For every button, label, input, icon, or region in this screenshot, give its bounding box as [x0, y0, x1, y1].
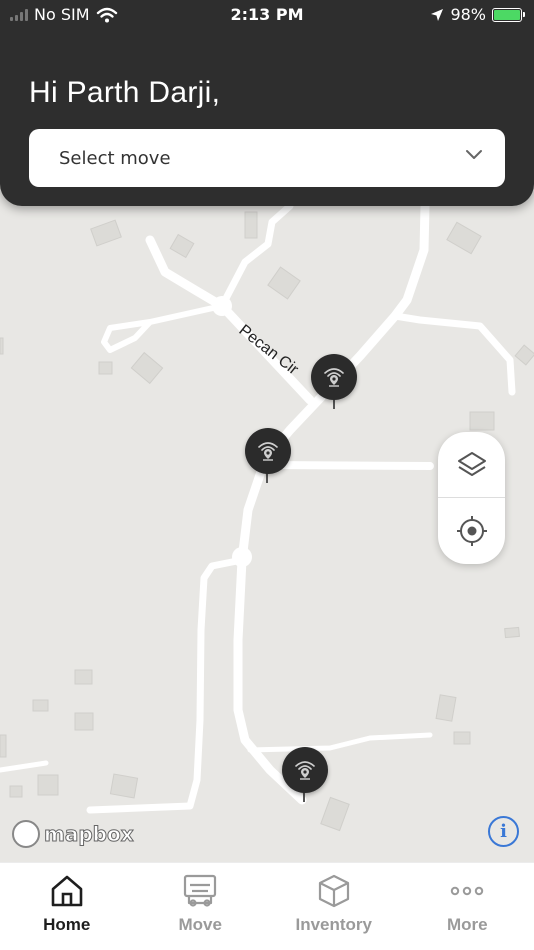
- status-bar: No SIM 2:13 PM 98%: [0, 0, 534, 30]
- map-controls: [438, 432, 505, 564]
- tab-move[interactable]: Move: [134, 863, 268, 950]
- wifi-pin-icon: [324, 368, 344, 387]
- attribution-info-button[interactable]: i: [488, 816, 519, 847]
- location-marker[interactable]: [282, 747, 328, 793]
- mapbox-logo-icon: [12, 820, 40, 848]
- location-marker[interactable]: [245, 428, 291, 474]
- tab-home[interactable]: Home: [0, 863, 134, 950]
- street-label: Pecan Cir: [236, 322, 302, 379]
- mapbox-logo: mapbox: [12, 820, 134, 848]
- tab-bar: Home Move Inventory More: [0, 862, 534, 950]
- chevron-down-icon: [466, 150, 482, 159]
- crosshair-icon: [456, 516, 487, 546]
- wifi-pin-icon: [258, 442, 278, 461]
- home-icon: [51, 875, 83, 907]
- tab-more[interactable]: More: [401, 863, 534, 950]
- locate-me-button[interactable]: [438, 498, 505, 564]
- select-move-value: Select move: [59, 147, 171, 169]
- marker-pin: [333, 399, 335, 409]
- box-icon: [318, 874, 349, 908]
- info-icon: i: [500, 821, 507, 842]
- battery-icon: [492, 7, 525, 22]
- status-right: 98%: [430, 5, 525, 24]
- wifi-pin-icon: [295, 761, 315, 780]
- tab-more-label: More: [446, 915, 488, 934]
- tab-move-label: Move: [178, 915, 222, 934]
- battery-percent: 98%: [450, 5, 486, 24]
- tab-inventory-label: Inventory: [295, 915, 373, 934]
- header: No SIM 2:13 PM 98% Hi Parth Darji, Selec…: [0, 0, 534, 206]
- location-arrow-icon: [431, 8, 444, 21]
- marker-pin: [303, 792, 305, 802]
- tab-home-label: Home: [43, 915, 91, 934]
- select-move-dropdown[interactable]: Select move: [29, 129, 505, 187]
- layers-icon: [457, 452, 486, 476]
- layers-button[interactable]: [438, 432, 505, 498]
- greeting-title: Hi Parth Darji,: [29, 76, 221, 109]
- marker-pin: [266, 473, 268, 483]
- mapbox-wordmark: mapbox: [44, 822, 135, 847]
- location-marker[interactable]: [311, 354, 357, 400]
- tab-inventory[interactable]: Inventory: [267, 863, 401, 950]
- more-icon: [451, 886, 484, 896]
- truck-icon: [184, 874, 217, 907]
